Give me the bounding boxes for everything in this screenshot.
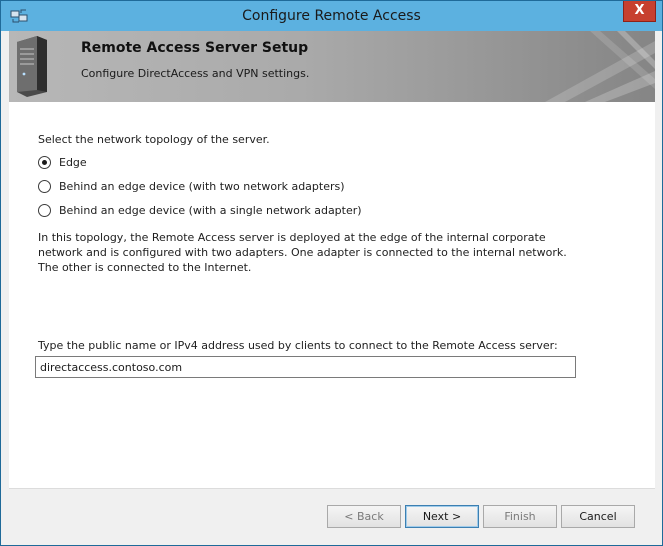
window-title: Configure Remote Access [242, 8, 421, 24]
close-button[interactable]: X [623, 1, 656, 22]
radio-button-behind-single-adapter[interactable] [38, 203, 51, 217]
finish-button[interactable]: Finish [483, 505, 557, 528]
footer-separator [9, 488, 655, 489]
banner-decoration [545, 31, 655, 102]
banner-subtitle: Configure DirectAccess and VPN settings. [81, 67, 310, 80]
radio-label-behind-single-adapter: Behind an edge device (with a single net… [59, 203, 362, 217]
radio-label-behind-two-adapters: Behind an edge device (with two network … [59, 179, 345, 193]
radio-option-behind-single-adapter[interactable]: Behind an edge device (with a single net… [38, 202, 362, 218]
topology-description: In this topology, the Remote Access serv… [38, 231, 567, 274]
banner-title: Remote Access Server Setup [81, 40, 309, 56]
back-button[interactable]: < Back [327, 505, 401, 528]
radio-button-edge[interactable] [38, 155, 51, 169]
topology-prompt: Select the network topology of the serve… [38, 133, 270, 146]
next-button[interactable]: Next > [405, 505, 479, 528]
title-bar[interactable]: Configure Remote Access X [1, 1, 662, 31]
cancel-button[interactable]: Cancel [561, 505, 635, 528]
header-banner: Remote Access Server Setup Configure Dir… [9, 31, 655, 102]
public-name-label: Type the public name or IPv4 address use… [38, 339, 558, 352]
content-panel: Select the network topology of the serve… [9, 102, 655, 488]
public-name-input[interactable] [35, 356, 576, 378]
radio-option-behind-two-adapters[interactable]: Behind an edge device (with two network … [38, 178, 345, 194]
server-icon [17, 36, 47, 97]
radio-label-edge: Edge [59, 155, 87, 169]
configure-remote-access-window: Configure Remote Access X Remote Access … [0, 0, 663, 546]
radio-option-edge[interactable]: Edge [38, 154, 87, 170]
radio-button-behind-two-adapters[interactable] [38, 179, 51, 193]
